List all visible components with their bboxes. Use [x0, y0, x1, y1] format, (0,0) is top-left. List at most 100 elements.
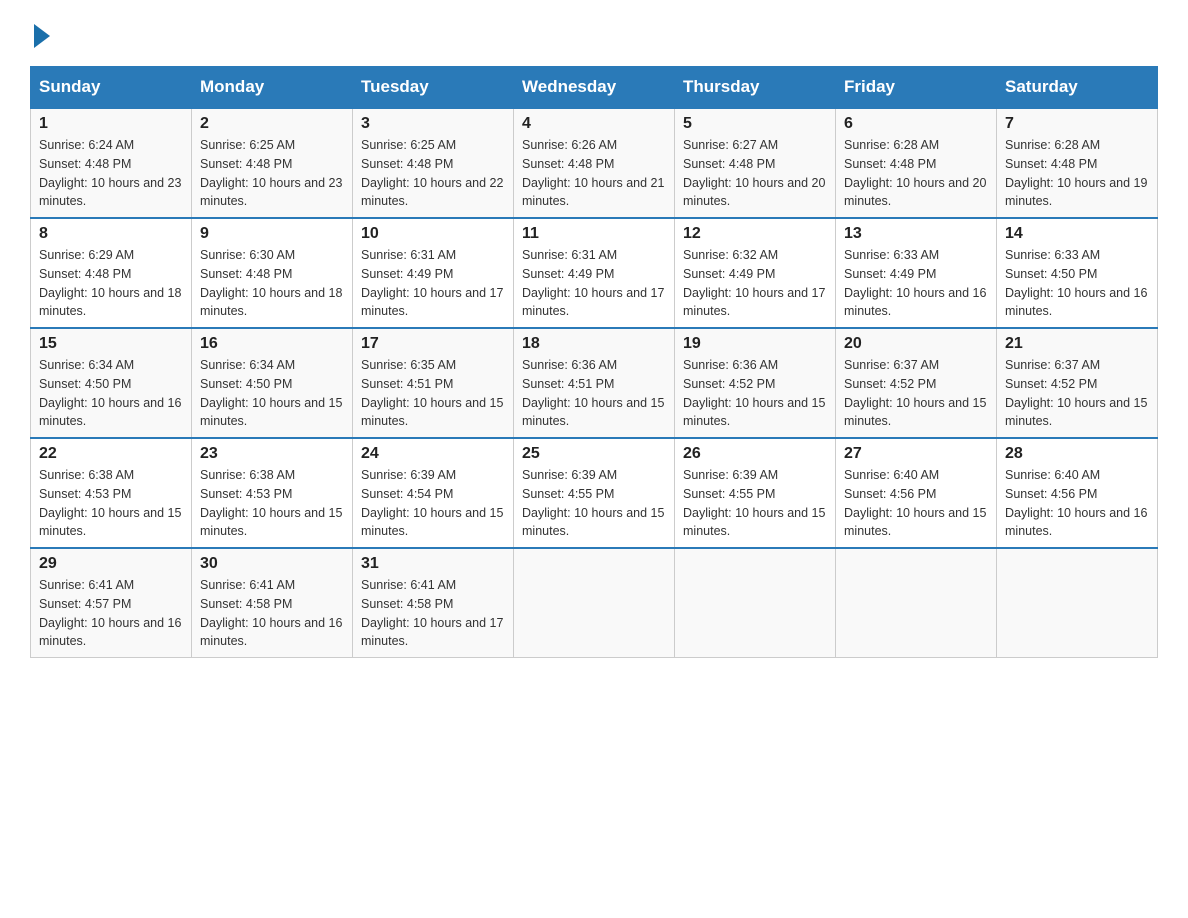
day-number: 18: [522, 335, 666, 353]
day-cell: 5 Sunrise: 6:27 AMSunset: 4:48 PMDaylight…: [675, 108, 836, 218]
day-number: 20: [844, 335, 988, 353]
week-row-3: 15Sunrise: 6:34 AMSunset: 4:50 PMDayligh…: [31, 328, 1158, 438]
day-cell: 20 Sunrise: 6:37 AMSunset: 4:52 PMDayligh…: [836, 328, 997, 438]
day-number: 23: [200, 445, 344, 463]
day-cell: 25 Sunrise: 6:39 AMSunset: 4:55 PMDayligh…: [514, 438, 675, 548]
day-cell: 18Sunrise: 6:36 AMSunset: 4:51 PMDayligh…: [514, 328, 675, 438]
day-info: Sunrise: 6:37 AMSunset: 4:52 PMDaylight:…: [844, 356, 988, 431]
day-cell: 30 Sunrise: 6:41 AMSunset: 4:58 PMDayligh…: [192, 548, 353, 658]
day-number: 27: [844, 445, 988, 463]
week-row-1: 1Sunrise: 6:24 AMSunset: 4:48 PMDaylight…: [31, 108, 1158, 218]
day-number: 1: [39, 115, 183, 133]
calendar-table: SundayMondayTuesdayWednesdayThursdayFrid…: [30, 66, 1158, 658]
day-cell: 22 Sunrise: 6:38 AMSunset: 4:53 PMDayligh…: [31, 438, 192, 548]
day-cell: 14 Sunrise: 6:33 AMSunset: 4:50 PMDayligh…: [997, 218, 1158, 328]
day-number: 22: [39, 445, 183, 463]
day-number: 8: [39, 225, 183, 243]
day-info: Sunrise: 6:41 AMSunset: 4:57 PMDaylight:…: [39, 576, 183, 651]
day-number: 14: [1005, 225, 1149, 243]
day-cell: 13 Sunrise: 6:33 AMSunset: 4:49 PMDayligh…: [836, 218, 997, 328]
day-info: Sunrise: 6:28 AMSunset: 4:48 PMDaylight:…: [844, 136, 988, 211]
day-cell: [675, 548, 836, 658]
day-cell: 11 Sunrise: 6:31 AMSunset: 4:49 PMDayligh…: [514, 218, 675, 328]
day-number: 3: [361, 115, 505, 133]
day-cell: 16 Sunrise: 6:34 AMSunset: 4:50 PMDayligh…: [192, 328, 353, 438]
day-cell: 31 Sunrise: 6:41 AMSunset: 4:58 PMDayligh…: [353, 548, 514, 658]
day-cell: 3 Sunrise: 6:25 AMSunset: 4:48 PMDaylight…: [353, 108, 514, 218]
day-cell: 26 Sunrise: 6:39 AMSunset: 4:55 PMDayligh…: [675, 438, 836, 548]
column-header-thursday: Thursday: [675, 67, 836, 109]
day-cell: [997, 548, 1158, 658]
day-cell: 29 Sunrise: 6:41 AMSunset: 4:57 PMDayligh…: [31, 548, 192, 658]
day-info: Sunrise: 6:26 AMSunset: 4:48 PMDaylight:…: [522, 136, 666, 211]
day-info: Sunrise: 6:39 AMSunset: 4:55 PMDaylight:…: [522, 466, 666, 541]
day-number: 13: [844, 225, 988, 243]
day-info: Sunrise: 6:40 AMSunset: 4:56 PMDaylight:…: [844, 466, 988, 541]
day-info: Sunrise: 6:38 AMSunset: 4:53 PMDaylight:…: [39, 466, 183, 541]
day-number: 10: [361, 225, 505, 243]
day-cell: 10 Sunrise: 6:31 AMSunset: 4:49 PMDayligh…: [353, 218, 514, 328]
day-info: Sunrise: 6:31 AMSunset: 4:49 PMDaylight:…: [522, 246, 666, 321]
day-info: Sunrise: 6:25 AMSunset: 4:48 PMDaylight:…: [200, 136, 344, 211]
day-number: 9: [200, 225, 344, 243]
day-info: Sunrise: 6:36 AMSunset: 4:52 PMDaylight:…: [683, 356, 827, 431]
day-number: 24: [361, 445, 505, 463]
logo-arrow-icon: [34, 24, 50, 48]
day-cell: 17Sunrise: 6:35 AMSunset: 4:51 PMDayligh…: [353, 328, 514, 438]
day-info: Sunrise: 6:41 AMSunset: 4:58 PMDaylight:…: [361, 576, 505, 651]
day-number: 11: [522, 225, 666, 243]
day-number: 5: [683, 115, 827, 133]
day-number: 30: [200, 555, 344, 573]
day-cell: 7 Sunrise: 6:28 AMSunset: 4:48 PMDaylight…: [997, 108, 1158, 218]
day-cell: 27 Sunrise: 6:40 AMSunset: 4:56 PMDayligh…: [836, 438, 997, 548]
day-cell: 28 Sunrise: 6:40 AMSunset: 4:56 PMDayligh…: [997, 438, 1158, 548]
day-info: Sunrise: 6:31 AMSunset: 4:49 PMDaylight:…: [361, 246, 505, 321]
day-cell: 2 Sunrise: 6:25 AMSunset: 4:48 PMDaylight…: [192, 108, 353, 218]
day-number: 12: [683, 225, 827, 243]
day-cell: 1Sunrise: 6:24 AMSunset: 4:48 PMDaylight…: [31, 108, 192, 218]
day-info: Sunrise: 6:41 AMSunset: 4:58 PMDaylight:…: [200, 576, 344, 651]
day-info: Sunrise: 6:38 AMSunset: 4:53 PMDaylight:…: [200, 466, 344, 541]
logo: [30, 20, 50, 48]
day-info: Sunrise: 6:37 AMSunset: 4:52 PMDaylight:…: [1005, 356, 1149, 431]
column-header-friday: Friday: [836, 67, 997, 109]
day-info: Sunrise: 6:33 AMSunset: 4:49 PMDaylight:…: [844, 246, 988, 321]
week-row-5: 29 Sunrise: 6:41 AMSunset: 4:57 PMDayligh…: [31, 548, 1158, 658]
day-number: 7: [1005, 115, 1149, 133]
day-number: 6: [844, 115, 988, 133]
day-info: Sunrise: 6:39 AMSunset: 4:54 PMDaylight:…: [361, 466, 505, 541]
day-info: Sunrise: 6:39 AMSunset: 4:55 PMDaylight:…: [683, 466, 827, 541]
day-number: 17: [361, 335, 505, 353]
day-info: Sunrise: 6:32 AMSunset: 4:49 PMDaylight:…: [683, 246, 827, 321]
day-info: Sunrise: 6:34 AMSunset: 4:50 PMDaylight:…: [200, 356, 344, 431]
day-cell: 6 Sunrise: 6:28 AMSunset: 4:48 PMDaylight…: [836, 108, 997, 218]
day-info: Sunrise: 6:27 AMSunset: 4:48 PMDaylight:…: [683, 136, 827, 211]
day-number: 25: [522, 445, 666, 463]
column-header-monday: Monday: [192, 67, 353, 109]
day-number: 19: [683, 335, 827, 353]
day-number: 26: [683, 445, 827, 463]
column-header-tuesday: Tuesday: [353, 67, 514, 109]
day-number: 31: [361, 555, 505, 573]
day-number: 28: [1005, 445, 1149, 463]
day-cell: 23 Sunrise: 6:38 AMSunset: 4:53 PMDayligh…: [192, 438, 353, 548]
day-cell: 8 Sunrise: 6:29 AMSunset: 4:48 PMDaylight…: [31, 218, 192, 328]
day-info: Sunrise: 6:29 AMSunset: 4:48 PMDaylight:…: [39, 246, 183, 321]
day-info: Sunrise: 6:25 AMSunset: 4:48 PMDaylight:…: [361, 136, 505, 211]
day-number: 4: [522, 115, 666, 133]
day-number: 2: [200, 115, 344, 133]
day-info: Sunrise: 6:28 AMSunset: 4:48 PMDaylight:…: [1005, 136, 1149, 211]
day-cell: 4 Sunrise: 6:26 AMSunset: 4:48 PMDaylight…: [514, 108, 675, 218]
day-cell: 9 Sunrise: 6:30 AMSunset: 4:48 PMDaylight…: [192, 218, 353, 328]
day-info: Sunrise: 6:33 AMSunset: 4:50 PMDaylight:…: [1005, 246, 1149, 321]
day-cell: 19 Sunrise: 6:36 AMSunset: 4:52 PMDayligh…: [675, 328, 836, 438]
day-cell: 21 Sunrise: 6:37 AMSunset: 4:52 PMDayligh…: [997, 328, 1158, 438]
day-number: 21: [1005, 335, 1149, 353]
day-cell: 15Sunrise: 6:34 AMSunset: 4:50 PMDayligh…: [31, 328, 192, 438]
day-number: 29: [39, 555, 183, 573]
day-number: 16: [200, 335, 344, 353]
day-info: Sunrise: 6:30 AMSunset: 4:48 PMDaylight:…: [200, 246, 344, 321]
column-header-sunday: Sunday: [31, 67, 192, 109]
day-info: Sunrise: 6:34 AMSunset: 4:50 PMDaylight:…: [39, 356, 183, 431]
day-info: Sunrise: 6:40 AMSunset: 4:56 PMDaylight:…: [1005, 466, 1149, 541]
